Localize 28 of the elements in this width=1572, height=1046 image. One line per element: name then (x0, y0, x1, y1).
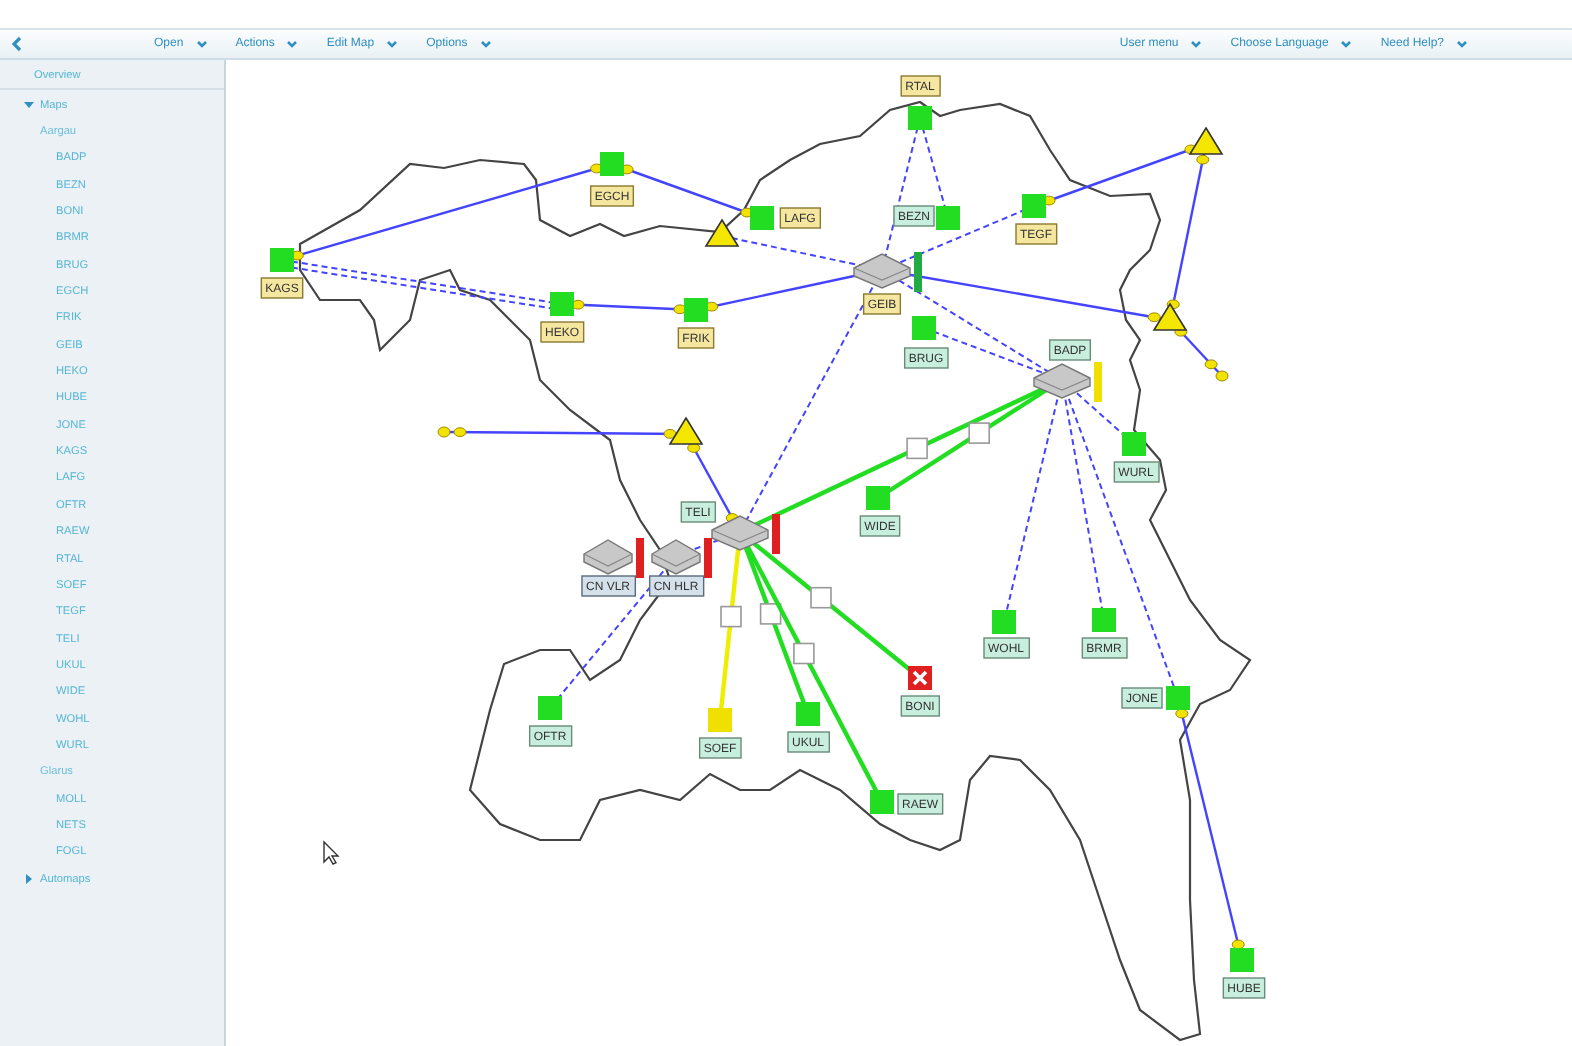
expanded-icon[interactable] (24, 100, 34, 111)
link-marker (968, 422, 990, 444)
caret-icon (286, 40, 299, 48)
antenna-icon (1231, 939, 1245, 950)
caret-icon (1456, 40, 1468, 48)
link-marker (720, 605, 742, 628)
router-icon (1033, 363, 1091, 399)
warning-icon (704, 218, 740, 247)
cursor-icon (323, 840, 340, 865)
caret-icon (386, 40, 399, 48)
link-marker (759, 603, 782, 625)
collapsed-icon[interactable] (24, 874, 34, 885)
server-icon (583, 539, 633, 575)
link-marker (906, 437, 928, 460)
router-icon (711, 515, 769, 551)
link-marker (810, 586, 832, 609)
caret-icon (1190, 40, 1203, 48)
warning-icon (1152, 302, 1188, 331)
caret-icon (479, 40, 492, 48)
warning-icon (668, 416, 704, 445)
caret-icon (195, 40, 208, 48)
link-marker (793, 642, 815, 665)
antenna-icon (1175, 708, 1189, 719)
caret-icon (1340, 40, 1353, 48)
router-icon (853, 253, 911, 289)
server-icon (651, 539, 701, 575)
warning-icon (1188, 126, 1224, 155)
back-icon[interactable] (12, 36, 22, 52)
